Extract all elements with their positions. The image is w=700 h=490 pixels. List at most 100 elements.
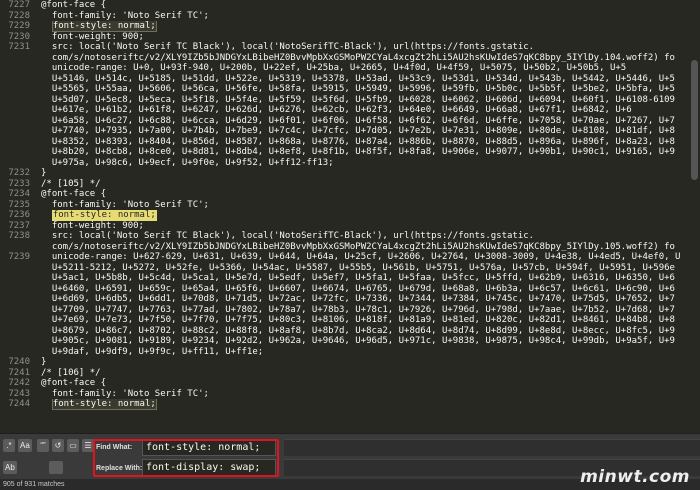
code-text: font-weight: 900; [41, 31, 144, 42]
code-line[interactable]: U+9daf, U+9df9, U+9f9c, U+ff11, U+ff1e; [0, 347, 700, 358]
line-number [0, 137, 36, 148]
code-line[interactable]: U+8352, U+8393, U+8404, U+856d, U+8587, … [0, 137, 700, 148]
regex-toggle-button[interactable]: .* [3, 439, 15, 452]
code-line[interactable]: U+6a58, U+6c27, U+6c88, U+6cca, U+6d29, … [0, 116, 700, 127]
code-line[interactable]: U+8b20, U+8cb8, U+8ce0, U+8d81, U+8db4, … [0, 147, 700, 158]
line-number [0, 95, 36, 106]
line-number: 7236 [8, 210, 30, 220]
line-number: 7240 [8, 357, 30, 367]
code-line[interactable]: U+5ac1, U+5b8b, U+5c4d, U+5ca1, U+5e7d, … [0, 273, 700, 284]
code-line[interactable]: 7231 src: local('Noto Serif TC Black'), … [0, 42, 700, 53]
code-line[interactable]: U+5565, U+55aa, U+5606, U+56ca, U+56fe, … [0, 84, 700, 95]
line-number [0, 158, 36, 169]
code-line[interactable]: 7243 font-family: 'Noto Serif TC'; [0, 389, 700, 400]
code-text: U+8679, U+86c7, U+8702, U+88c2, U+88f8, … [41, 325, 675, 336]
vertical-scrollbar[interactable] [689, 0, 700, 433]
line-number [0, 126, 36, 137]
code-line[interactable]: U+5211-5212, U+5272, U+52fe, U+5366, U+5… [0, 263, 700, 274]
case-sensitive-button[interactable]: Aa [18, 439, 32, 452]
code-line[interactable]: U+6460, U+6591, U+659c, U+65a4, U+65f6, … [0, 284, 700, 295]
code-line[interactable]: U+7740, U+7935, U+7a00, U+7b4b, U+7be9, … [0, 126, 700, 137]
whole-word-button[interactable]: “” [37, 439, 49, 452]
code-line[interactable]: 7242 @font-face { [0, 378, 700, 389]
code-line[interactable]: U+8679, U+86c7, U+8702, U+88c2, U+88f8, … [0, 326, 700, 337]
code-line[interactable]: 7233 /* [105] */ [0, 179, 700, 190]
code-line[interactable]: unicode-range: U+0, U+93f-940, U+200b, U… [0, 63, 700, 74]
replace-input[interactable]: font-display: swap; [142, 459, 276, 476]
code-text: font-family: 'Noto Serif TC'; [41, 10, 209, 21]
line-number [0, 53, 36, 64]
code-line[interactable]: 7236 font-style: normal; [0, 210, 700, 221]
code-line[interactable]: 7244 font-style: normal; [0, 399, 700, 410]
code-text: U+7740, U+7935, U+7a00, U+7b4b, U+7be9, … [41, 126, 675, 136]
code-line[interactable]: U+7e69, U+7e73, U+7f50, U+7f70, U+7f75, … [0, 315, 700, 326]
line-number [0, 105, 36, 116]
code-line[interactable]: U+975a, U+98c6, U+9ecf, U+9f0e, U+9f52, … [0, 158, 700, 169]
line-number [0, 273, 36, 284]
code-line[interactable]: 7237 font-weight: 900; [0, 221, 700, 232]
line-number: 7233 [8, 178, 30, 189]
code-line[interactable]: U+7709, U+7747, U+7763, U+77ad, U+7802, … [0, 305, 700, 316]
code-line[interactable]: 7227 @font-face { [0, 0, 700, 11]
line-number [0, 305, 36, 316]
code-text: unicode-range: U+627-629, U+631, U+639, … [41, 252, 681, 262]
line-number [0, 347, 36, 358]
line-number: 7230 [8, 31, 30, 42]
scrollbar-thumb[interactable] [691, 60, 698, 180]
code-line[interactable]: U+5146, U+514c, U+5185, U+51dd, U+522e, … [0, 74, 700, 85]
code-line[interactable]: 7235 font-family: 'Noto Serif TC'; [0, 200, 700, 211]
code-line[interactable]: 7234 @font-face { [0, 189, 700, 200]
preserve-case-button[interactable]: Ab [3, 461, 17, 474]
match-count: 905 of 931 matches [3, 481, 65, 488]
replace-options-button[interactable] [49, 461, 63, 474]
highlight-matches-button[interactable]: ☰ [82, 439, 94, 452]
find-input-extension[interactable] [284, 439, 700, 456]
code-text: com/s/notoseriftc/v2/XLY9IZb5bJNDGYxLBib… [41, 241, 675, 252]
find-input[interactable]: font-style: normal; [142, 439, 276, 456]
match-highlight: font-style: normal; [51, 399, 157, 410]
code-line[interactable]: 7232} [0, 168, 700, 179]
wrap-button[interactable]: ↺ [52, 439, 64, 452]
current-match-highlight: font-style: normal; [51, 210, 157, 221]
code-text: U+5146, U+514c, U+5185, U+51dd, U+522e, … [41, 73, 675, 84]
code-line[interactable]: com/s/notoseriftc/v2/XLY9IZb5bJNDGYxLBib… [0, 53, 700, 64]
line-number: 7235 [8, 199, 30, 210]
code-line[interactable]: 7240} [0, 357, 700, 368]
code-text: U+6a58, U+6c27, U+6c88, U+6cca, U+6d29, … [41, 115, 675, 126]
code-line[interactable]: com/s/notoseriftc/v2/XLY9IZb5bJNDGYxLBib… [0, 242, 700, 253]
code-text: U+5211-5212, U+5272, U+52fe, U+5366, U+5… [41, 262, 675, 273]
code-text: } [41, 357, 47, 367]
code-line[interactable]: U+5d07, U+5ec8, U+5eca, U+5f18, U+5f4e, … [0, 95, 700, 106]
code-text: U+617e, U+61b2, U+61f8, U+6247, U+626d, … [41, 105, 632, 115]
code-line[interactable]: U+617e, U+61b2, U+61f8, U+6247, U+626d, … [0, 105, 700, 116]
line-number: 7232 [8, 168, 30, 178]
code-text: U+5565, U+55aa, U+5606, U+56ca, U+56fe, … [41, 84, 675, 94]
code-text: U+975a, U+98c6, U+9ecf, U+9f0e, U+9f52, … [41, 157, 334, 168]
code-text: font-style: normal; [36, 21, 700, 32]
code-line[interactable]: 7239 unicode-range: U+627-629, U+631, U+… [0, 252, 700, 263]
code-line[interactable]: 7230 font-weight: 900; [0, 32, 700, 43]
code-text: unicode-range: U+0, U+93f-940, U+200b, U… [41, 63, 627, 73]
code-line[interactable]: U+6d69, U+6db5, U+6dd1, U+70d8, U+71d5, … [0, 294, 700, 305]
line-number: 7243 [8, 388, 30, 399]
code-text: U+7709, U+7747, U+7763, U+77ad, U+7802, … [41, 304, 675, 315]
line-number: 7242 [8, 378, 30, 388]
code-text: U+9daf, U+9df9, U+9f9c, U+ff11, U+ff1e; [41, 346, 264, 357]
code-line[interactable]: U+905c, U+9081, U+9189, U+9234, U+92d2, … [0, 336, 700, 347]
code-text: com/s/notoseriftc/v2/XLY9IZb5bJNDGYxLBib… [41, 52, 675, 63]
code-line[interactable]: 7241 /* [106] */ [0, 368, 700, 379]
code-editor[interactable]: 7227 @font-face {7228 font-family: 'Noto … [0, 0, 700, 433]
find-label: Find What: [96, 444, 133, 451]
code-text: font-style: normal; [36, 399, 700, 410]
code-text: @font-face { [41, 189, 107, 199]
line-number [0, 147, 36, 158]
code-text: U+8b20, U+8cb8, U+8ce0, U+8d81, U+8db4, … [41, 147, 675, 157]
line-number: 7241 [8, 367, 30, 378]
line-number: 7239 [8, 252, 30, 262]
code-text: /* [106] */ [41, 367, 101, 378]
line-number: 7234 [8, 189, 30, 199]
code-line[interactable]: 7229 font-style: normal; [0, 21, 700, 32]
code-line[interactable]: 7228 font-family: 'Noto Serif TC'; [0, 11, 700, 22]
code-line[interactable]: 7238 src: local('Noto Serif TC Black'), … [0, 231, 700, 242]
in-selection-button[interactable]: ▭ [67, 439, 79, 452]
